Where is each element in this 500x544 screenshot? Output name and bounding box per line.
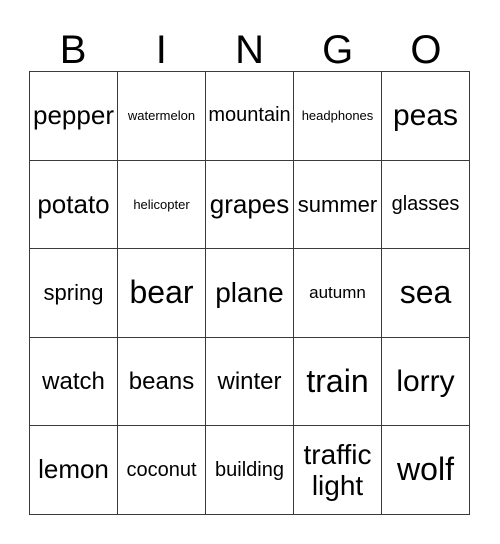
bingo-cell-label: sea [399, 274, 452, 311]
bingo-cell[interactable]: helicopter [118, 160, 206, 250]
bingo-cell[interactable]: lemon [30, 426, 118, 515]
bingo-cell-label: building [215, 458, 284, 481]
bingo-header-letter-b: B [59, 28, 87, 72]
bingo-cell-label: glasses [391, 192, 460, 215]
bingo-header-letter-n: N [235, 28, 264, 72]
bingo-cell[interactable]: autumn [294, 249, 382, 338]
bingo-cell[interactable]: lorry [382, 337, 470, 427]
bingo-header-letter-o: O [410, 28, 442, 72]
bingo-cell-label: beans [128, 367, 195, 395]
bingo-cell[interactable]: bear [118, 249, 206, 338]
bingo-cell[interactable]: plane [206, 249, 294, 338]
bingo-header-letter-g: G [322, 28, 354, 72]
bingo-cell-label: watch [42, 367, 105, 395]
bingo-cell[interactable]: glasses [382, 160, 470, 250]
bingo-cell-label: summer [297, 191, 378, 217]
bingo-cell-label: watermelon [127, 107, 196, 123]
bingo-cell-label: lemon [38, 454, 109, 485]
bingo-cell[interactable]: potato [30, 160, 118, 250]
bingo-cell[interactable]: watermelon [118, 72, 206, 161]
bingo-cell[interactable]: peas [382, 72, 470, 161]
bingo-header-letter-i: I [155, 28, 167, 72]
bingo-cell[interactable]: headphones [294, 72, 382, 161]
bingo-cell-label: helicopter [133, 196, 190, 212]
bingo-header-row: B I N G O [29, 18, 470, 70]
bingo-row: watch beans winter train lorry [30, 337, 470, 427]
bingo-cell-label: winter [217, 367, 282, 395]
bingo-cell-label: headphones [301, 107, 374, 123]
bingo-row: lemon coconut building traffic light wol… [30, 426, 470, 515]
bingo-cell-label: bear [129, 274, 194, 311]
bingo-cell[interactable]: spring [30, 249, 118, 338]
bingo-cell[interactable]: traffic light [294, 426, 382, 515]
bingo-row: spring bear plane autumn sea [30, 249, 470, 338]
bingo-cell-label: plane [215, 277, 284, 309]
bingo-cell[interactable]: building [206, 426, 294, 515]
bingo-cell[interactable]: beans [118, 337, 206, 427]
bingo-cell[interactable]: wolf [382, 426, 470, 515]
bingo-cell[interactable]: train [294, 337, 382, 427]
bingo-cell-label: coconut [126, 458, 197, 481]
bingo-cell-label: spring [43, 280, 104, 306]
bingo-cell-label: wolf [397, 451, 454, 488]
bingo-cell[interactable]: sea [382, 249, 470, 338]
bingo-cell-label: potato [37, 188, 110, 219]
bingo-cell[interactable]: grapes [206, 160, 294, 250]
bingo-cell-label: autumn [309, 282, 366, 302]
bingo-cell[interactable]: watch [30, 337, 118, 427]
bingo-row: potato helicopter grapes summer glasses [30, 160, 470, 250]
bingo-cell-label: pepper [33, 100, 114, 131]
bingo-cell-label: lorry [396, 364, 455, 398]
bingo-cell[interactable]: winter [206, 337, 294, 427]
bingo-cell-label: mountain [208, 104, 291, 127]
bingo-cell-label: traffic light [303, 438, 372, 502]
bingo-cell[interactable]: pepper [30, 72, 118, 161]
bingo-card: B I N G O pepper watermelon mountain hea… [0, 0, 500, 544]
bingo-cell-label: train [306, 362, 369, 399]
bingo-cell-label: peas [392, 98, 459, 132]
bingo-cell-label: grapes [209, 188, 290, 219]
bingo-row: pepper watermelon mountain headphones pe… [30, 72, 470, 161]
bingo-cell[interactable]: summer [294, 160, 382, 250]
bingo-cell[interactable]: coconut [118, 426, 206, 515]
bingo-grid: pepper watermelon mountain headphones pe… [29, 71, 470, 515]
bingo-cell[interactable]: mountain [206, 72, 294, 161]
